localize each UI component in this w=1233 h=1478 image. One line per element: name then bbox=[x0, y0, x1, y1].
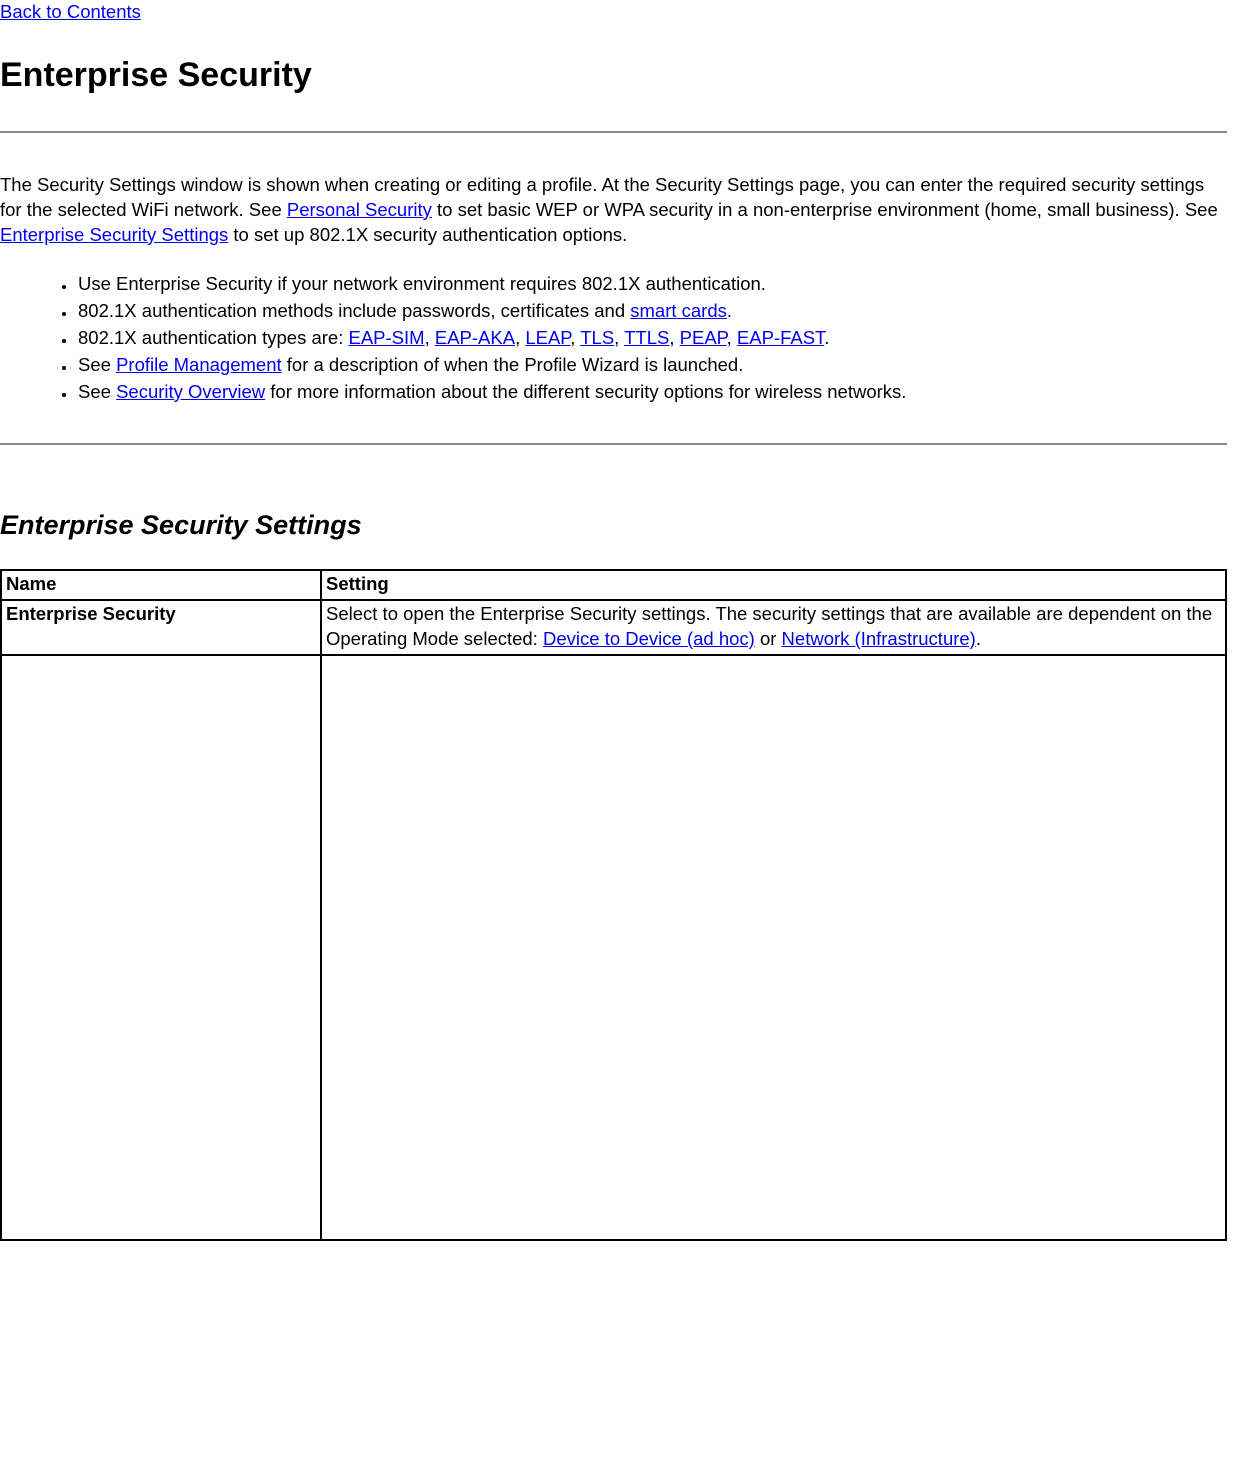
sep: , bbox=[425, 327, 435, 348]
list-item: See Security Overview for more informati… bbox=[76, 380, 1227, 405]
list-text: 802.1X authentication methods include pa… bbox=[78, 300, 630, 321]
enterprise-security-settings-link[interactable]: Enterprise Security Settings bbox=[0, 224, 228, 245]
list-text: 802.1X authentication types are: bbox=[78, 327, 349, 348]
bullet-list: Use Enterprise Security if your network … bbox=[0, 272, 1227, 405]
table-cell-empty bbox=[321, 655, 1226, 1240]
list-item: Use Enterprise Security if your network … bbox=[76, 272, 1227, 297]
table-header-name: Name bbox=[1, 570, 321, 600]
intro-paragraph: The Security Settings window is shown wh… bbox=[0, 173, 1227, 248]
ttls-link[interactable]: TTLS bbox=[624, 327, 669, 348]
section-heading: Enterprise Security Settings bbox=[0, 507, 1227, 543]
profile-management-link[interactable]: Profile Management bbox=[116, 354, 282, 375]
intro-text: to set up 802.1X security authentication… bbox=[228, 224, 627, 245]
list-text: See bbox=[78, 381, 116, 402]
security-overview-link[interactable]: Security Overview bbox=[116, 381, 265, 402]
sep: , bbox=[669, 327, 679, 348]
device-to-device-link[interactable]: Device to Device (ad hoc) bbox=[543, 628, 755, 649]
cell-text: . bbox=[976, 628, 981, 649]
settings-table: Name Setting Enterprise Security Select … bbox=[0, 569, 1227, 1241]
cell-text: or bbox=[755, 628, 782, 649]
tls-link[interactable]: TLS bbox=[580, 327, 614, 348]
intro-text: to set basic WEP or WPA security in a no… bbox=[432, 199, 1218, 220]
list-text: for more information about the different… bbox=[265, 381, 906, 402]
page-title: Enterprise Security bbox=[0, 53, 1227, 99]
smart-cards-link[interactable]: smart cards bbox=[630, 300, 727, 321]
list-item: 802.1X authentication methods include pa… bbox=[76, 299, 1227, 324]
table-row: Enterprise Security Select to open the E… bbox=[1, 600, 1226, 655]
sep: , bbox=[614, 327, 624, 348]
table-cell-name: Enterprise Security bbox=[1, 600, 321, 655]
list-item: 802.1X authentication types are: EAP-SIM… bbox=[76, 326, 1227, 351]
eap-fast-link[interactable]: EAP-FAST bbox=[737, 327, 824, 348]
divider bbox=[0, 443, 1227, 445]
eap-aka-link[interactable]: EAP-AKA bbox=[435, 327, 515, 348]
table-row-empty bbox=[1, 655, 1226, 1240]
eap-sim-link[interactable]: EAP-SIM bbox=[349, 327, 425, 348]
sep: , bbox=[515, 327, 525, 348]
divider bbox=[0, 131, 1227, 133]
back-to-contents-link[interactable]: Back to Contents bbox=[0, 1, 141, 22]
network-infrastructure-link[interactable]: Network (Infrastructure) bbox=[782, 628, 976, 649]
sep: , bbox=[570, 327, 580, 348]
table-header-row: Name Setting bbox=[1, 570, 1226, 600]
table-header-setting: Setting bbox=[321, 570, 1226, 600]
list-text: . bbox=[727, 300, 732, 321]
peap-link[interactable]: PEAP bbox=[680, 327, 727, 348]
list-text: See bbox=[78, 354, 116, 375]
leap-link[interactable]: LEAP bbox=[525, 327, 570, 348]
sep: , bbox=[727, 327, 737, 348]
table-cell-setting: Select to open the Enterprise Security s… bbox=[321, 600, 1226, 655]
list-text: for a description of when the Profile Wi… bbox=[282, 354, 744, 375]
list-item: See Profile Management for a description… bbox=[76, 353, 1227, 378]
list-text: . bbox=[824, 327, 829, 348]
table-cell-empty bbox=[1, 655, 321, 1240]
personal-security-link[interactable]: Personal Security bbox=[287, 199, 432, 220]
